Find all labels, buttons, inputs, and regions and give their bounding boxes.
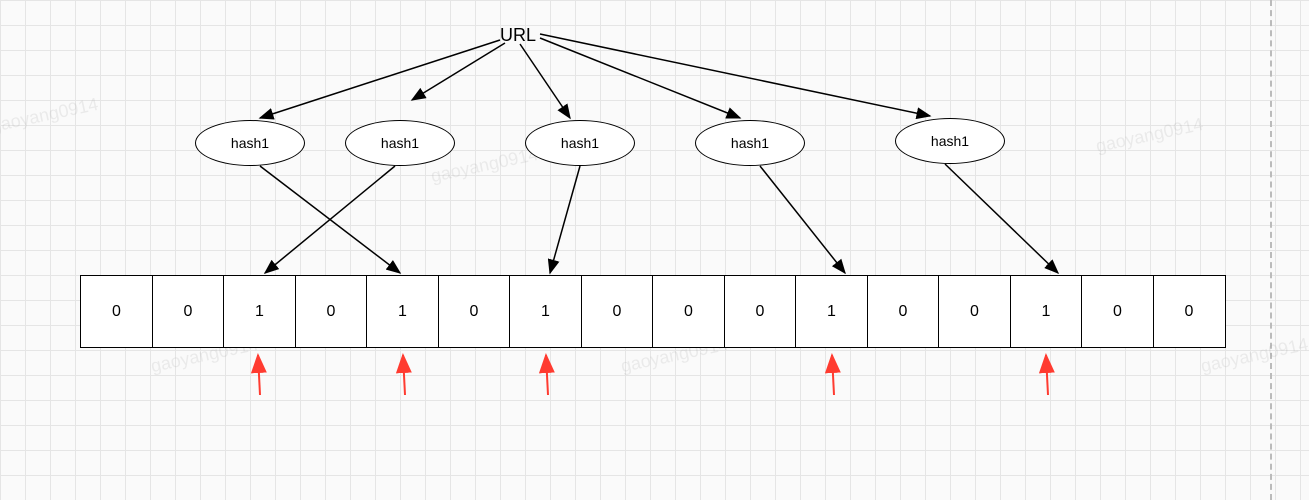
grid-background — [0, 0, 1309, 500]
bit-cell: 1 — [366, 275, 439, 348]
hash-node-1: hash1 — [195, 120, 305, 166]
bit-cell: 1 — [223, 275, 296, 348]
hash-node-2: hash1 — [345, 120, 455, 166]
bit-array: 0 0 1 0 1 0 1 0 0 0 1 0 0 1 0 0 — [80, 275, 1226, 348]
bit-cell: 0 — [438, 275, 511, 348]
hash-label: hash1 — [931, 133, 969, 149]
hash-label: hash1 — [561, 135, 599, 151]
hash-label: hash1 — [731, 135, 769, 151]
page-divider — [1270, 0, 1272, 500]
bit-cell: 1 — [509, 275, 582, 348]
hash-node-4: hash1 — [695, 120, 805, 166]
hash-label: hash1 — [381, 135, 419, 151]
bit-cell: 0 — [652, 275, 725, 348]
bit-cell: 0 — [724, 275, 797, 348]
bit-cell: 0 — [938, 275, 1011, 348]
bit-cell: 0 — [152, 275, 225, 348]
hash-node-3: hash1 — [525, 120, 635, 166]
bit-cell: 0 — [1081, 275, 1154, 348]
bit-cell: 0 — [581, 275, 654, 348]
bit-cell: 0 — [295, 275, 368, 348]
bit-cell: 1 — [795, 275, 868, 348]
url-root-label: URL — [500, 25, 536, 46]
bit-cell: 1 — [1010, 275, 1083, 348]
hash-node-5: hash1 — [895, 118, 1005, 164]
bit-cell: 0 — [867, 275, 940, 348]
bit-cell: 0 — [80, 275, 153, 348]
hash-label: hash1 — [231, 135, 269, 151]
bit-cell: 0 — [1153, 275, 1226, 348]
